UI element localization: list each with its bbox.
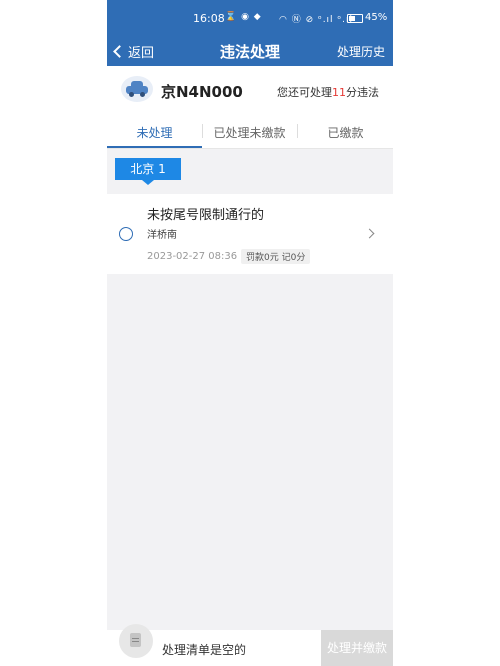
empty-list-text: 处理清单是空的 [162, 643, 247, 657]
status-tabs: 未处理 已处理未缴款 已缴款 [107, 114, 393, 149]
history-button[interactable]: 处理历史 [337, 43, 385, 60]
license-plate: 京N4N000 [161, 83, 243, 101]
select-radio[interactable] [119, 227, 133, 241]
battery-icon [347, 14, 363, 23]
pending-points-info: 您还可处理11分违法 [277, 84, 379, 100]
active-tab-indicator [107, 146, 202, 148]
tab-unprocessed[interactable]: 未处理 [107, 124, 202, 141]
signal-icons: ◠ Ⓝ ⊘ ᵒ.ıl ᵒ.ıl [279, 15, 354, 25]
pending-prefix: 您还可处理 [277, 86, 332, 99]
violation-time: 2023-02-27 08:36 [147, 251, 238, 262]
status-time: 16:08 [193, 12, 225, 25]
car-icon [121, 76, 153, 102]
status-notification-icons: ⌛ ◉ ◆ [225, 12, 262, 22]
bottom-bar: 处理清单是空的 处理并缴款 [107, 624, 393, 666]
chevron-right-icon [364, 228, 375, 239]
violation-title: 未按尾号限制通行的 [147, 208, 265, 223]
battery-percent: 45% [365, 12, 388, 23]
process-pay-button[interactable]: 处理并缴款 [321, 630, 393, 666]
pending-suffix: 分违法 [346, 86, 379, 99]
violation-item[interactable]: 未按尾号限制通行的 洋桥南 2023-02-27 08:36 罚款0元 记0分 [107, 194, 393, 274]
phone-screen: 16:08 ⌛ ◉ ◆ ◠ Ⓝ ⊘ ᵒ.ıl ᵒ.ıl 45% 返回 违法处理 … [107, 0, 393, 666]
nav-bar: 返回 违法处理 处理历史 [107, 36, 393, 66]
tab-processed-unpaid[interactable]: 已处理未缴款 [202, 124, 297, 141]
violation-location: 洋桥南 [147, 230, 177, 241]
region-tag: 北京 1 [115, 158, 181, 185]
pending-count: 11 [332, 86, 346, 99]
violation-penalty: 罚款0元 记0分 [241, 249, 311, 264]
car-header: 京N4N000 您还可处理11分违法 [107, 66, 393, 114]
tab-paid[interactable]: 已缴款 [298, 124, 393, 141]
list-icon[interactable] [119, 624, 153, 658]
status-bar: 16:08 ⌛ ◉ ◆ ◠ Ⓝ ⊘ ᵒ.ıl ᵒ.ıl 45% [107, 0, 393, 36]
